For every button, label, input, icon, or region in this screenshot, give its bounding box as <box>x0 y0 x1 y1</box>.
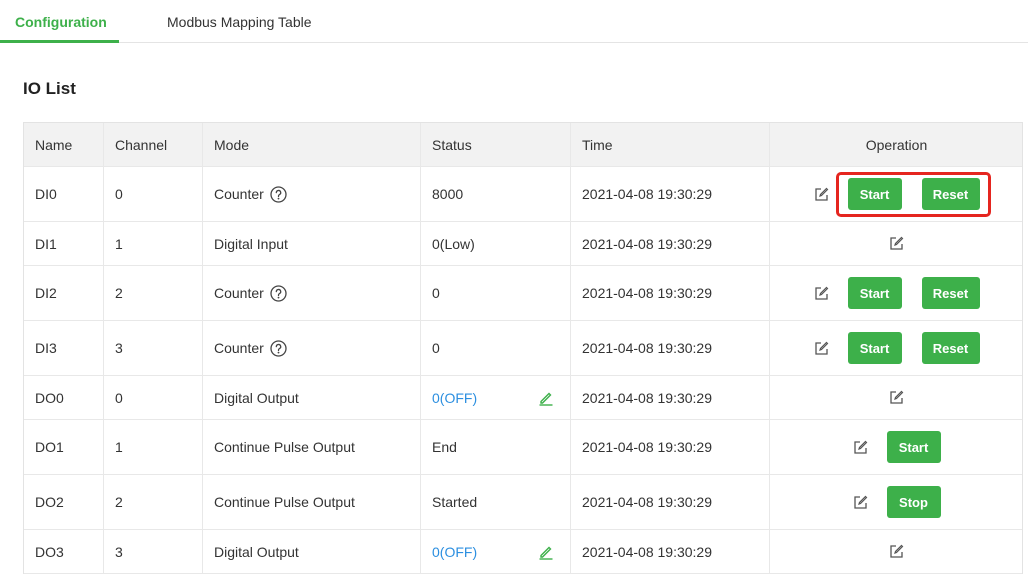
cell-mode: Counter <box>203 167 421 221</box>
start-button[interactable]: Start <box>886 431 941 463</box>
cell-channel: 2 <box>104 266 203 320</box>
cell-status: Started <box>421 475 571 529</box>
column-header-time: Time <box>571 123 770 166</box>
cell-time: 2021-04-08 19:30:29 <box>571 475 770 529</box>
edit-icon[interactable] <box>853 440 868 455</box>
help-circle-icon[interactable] <box>270 339 287 357</box>
cell-mode: Continue Pulse Output <box>203 475 421 529</box>
cell-status: 0 <box>421 266 571 320</box>
cell-mode: Continue Pulse Output <box>203 420 421 474</box>
cell-operation: Start <box>770 420 1023 474</box>
cell-operation <box>770 376 1023 419</box>
cell-status: End <box>421 420 571 474</box>
start-button[interactable]: Start <box>847 277 902 309</box>
cell-channel: 3 <box>104 321 203 375</box>
column-header-mode: Mode <box>203 123 421 166</box>
highlight-box <box>836 172 991 217</box>
cell-channel: 2 <box>104 475 203 529</box>
pencil-icon[interactable] <box>538 390 554 406</box>
mode-label: Counter <box>214 285 264 301</box>
cell-operation <box>770 530 1023 573</box>
cell-name: DO2 <box>24 475 104 529</box>
tab-modbus-mapping-table[interactable]: Modbus Mapping Table <box>167 14 312 30</box>
cell-status: 0(OFF) <box>421 530 571 573</box>
table-row: DO3 3 Digital Output 0(OFF) 2021-04-08 1… <box>24 530 1022 574</box>
cell-name: DI1 <box>24 222 104 265</box>
column-header-name: Name <box>24 123 104 166</box>
table-row: DO1 1 Continue Pulse Output End 2021-04-… <box>24 420 1022 475</box>
table-row: DI1 1 Digital Input 0(Low) 2021-04-08 19… <box>24 222 1022 266</box>
stop-button[interactable]: Stop <box>886 486 941 518</box>
cell-operation <box>770 222 1023 265</box>
cell-name: DO0 <box>24 376 104 419</box>
edit-icon[interactable] <box>889 236 904 251</box>
cell-status: 8000 <box>421 167 571 221</box>
cell-channel: 0 <box>104 167 203 221</box>
cell-name: DI3 <box>24 321 104 375</box>
edit-icon[interactable] <box>814 187 829 202</box>
column-header-status: Status <box>421 123 571 166</box>
reset-button[interactable]: Reset <box>921 277 980 309</box>
cell-operation: Stop <box>770 475 1023 529</box>
cell-mode: Counter <box>203 321 421 375</box>
cell-time: 2021-04-08 19:30:29 <box>571 222 770 265</box>
edit-icon[interactable] <box>814 341 829 356</box>
column-header-operation: Operation <box>865 136 928 153</box>
tab-bar: Configuration Modbus Mapping Table <box>0 0 1028 43</box>
cell-operation: Start Reset <box>770 321 1023 375</box>
cell-operation: Start Reset <box>770 266 1023 320</box>
cell-time: 2021-04-08 19:30:29 <box>571 376 770 419</box>
status-value-link[interactable]: 0(OFF) <box>432 544 477 560</box>
cell-status: 0 <box>421 321 571 375</box>
status-value-link[interactable]: 0(OFF) <box>432 390 477 406</box>
cell-name: DO3 <box>24 530 104 573</box>
active-tab-indicator <box>0 40 119 43</box>
table-row: DO0 0 Digital Output 0(OFF) 2021-04-08 1… <box>24 376 1022 420</box>
mode-label: Counter <box>214 340 264 356</box>
cell-mode: Digital Output <box>203 530 421 573</box>
edit-icon[interactable] <box>814 286 829 301</box>
reset-button[interactable]: Reset <box>921 332 980 364</box>
edit-icon[interactable] <box>889 390 904 405</box>
cell-channel: 3 <box>104 530 203 573</box>
cell-mode: Digital Input <box>203 222 421 265</box>
edit-icon[interactable] <box>853 495 868 510</box>
cell-name: DI2 <box>24 266 104 320</box>
mode-label: Counter <box>214 186 264 202</box>
cell-time: 2021-04-08 19:30:29 <box>571 167 770 221</box>
cell-time: 2021-04-08 19:30:29 <box>571 530 770 573</box>
help-circle-icon[interactable] <box>270 284 287 302</box>
cell-status: 0(OFF) <box>421 376 571 419</box>
cell-name: DI0 <box>24 167 104 221</box>
tab-configuration[interactable]: Configuration <box>15 14 107 30</box>
table-row: DI2 2 Counter 0 2021-04-08 19:30:29 Star… <box>24 266 1022 321</box>
cell-name: DO1 <box>24 420 104 474</box>
edit-icon[interactable] <box>889 544 904 559</box>
cell-mode: Digital Output <box>203 376 421 419</box>
column-header-channel: Channel <box>104 123 203 166</box>
table-header: Name Channel Mode Status Time Operation <box>24 123 1022 167</box>
table-row: DI3 3 Counter 0 2021-04-08 19:30:29 Star… <box>24 321 1022 376</box>
cell-channel: 1 <box>104 420 203 474</box>
pencil-icon[interactable] <box>538 544 554 560</box>
table-row: DO2 2 Continue Pulse Output Started 2021… <box>24 475 1022 530</box>
cell-time: 2021-04-08 19:30:29 <box>571 420 770 474</box>
cell-channel: 1 <box>104 222 203 265</box>
page-title: IO List <box>23 79 76 98</box>
help-circle-icon[interactable] <box>270 185 287 203</box>
start-button[interactable]: Start <box>847 332 902 364</box>
cell-status: 0(Low) <box>421 222 571 265</box>
cell-time: 2021-04-08 19:30:29 <box>571 266 770 320</box>
cell-channel: 0 <box>104 376 203 419</box>
cell-time: 2021-04-08 19:30:29 <box>571 321 770 375</box>
cell-mode: Counter <box>203 266 421 320</box>
